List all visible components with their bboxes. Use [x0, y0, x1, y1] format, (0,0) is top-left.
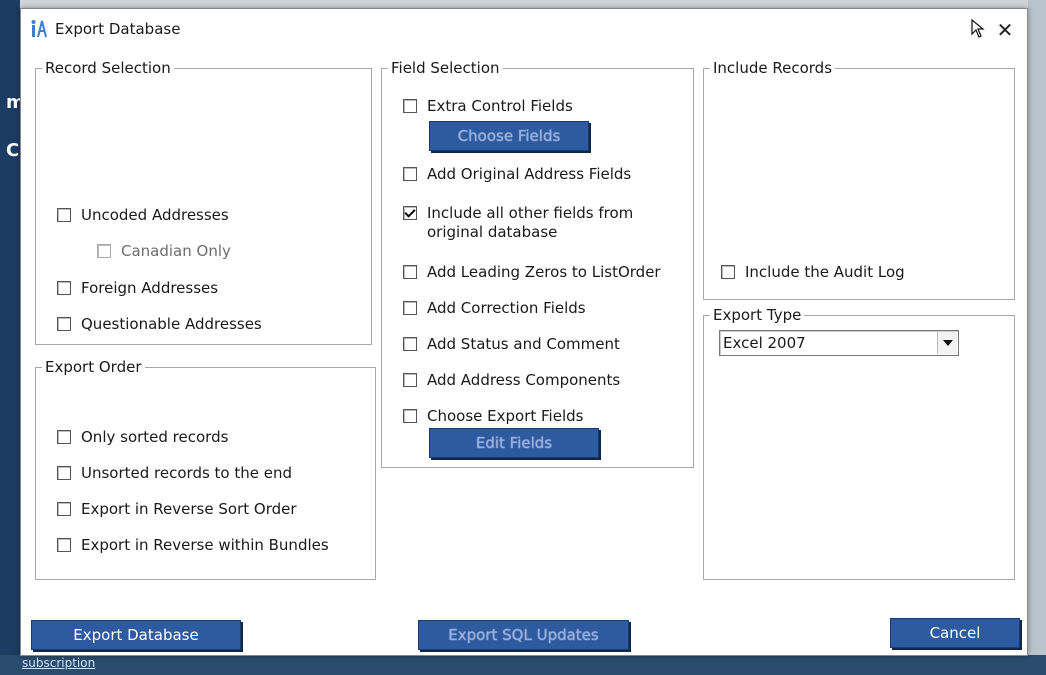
- correction-fields-checkbox[interactable]: Add Correction Fields: [403, 299, 586, 318]
- unsorted-to-end-checkbox[interactable]: Unsorted records to the end: [57, 464, 292, 483]
- background-app-strip: m C: [0, 0, 25, 675]
- status-comment-label: Add Status and Comment: [427, 335, 620, 353]
- status-comment-checkbox[interactable]: Add Status and Comment: [403, 335, 620, 354]
- correction-fields-label: Add Correction Fields: [427, 299, 586, 317]
- uncoded-addresses-label: Uncoded Addresses: [81, 206, 229, 224]
- reverse-within-bundles-checkbox[interactable]: Export in Reverse within Bundles: [57, 536, 329, 555]
- checkbox-box[interactable]: [57, 466, 71, 480]
- questionable-addresses-checkbox[interactable]: Questionable Addresses: [57, 315, 262, 334]
- extra-control-fields-checkbox[interactable]: Extra Control Fields: [403, 97, 573, 116]
- background-subscription-link: subscription: [22, 656, 96, 670]
- background-right-strip: [1028, 0, 1046, 675]
- app-icon: [31, 20, 47, 38]
- checkbox-box[interactable]: [403, 337, 417, 351]
- include-all-fields-label: Include all other fields from original d…: [427, 204, 634, 241]
- background-text-fragment: C: [6, 140, 20, 161]
- reverse-within-bundles-label: Export in Reverse within Bundles: [81, 536, 329, 554]
- checkbox-box[interactable]: [403, 409, 417, 423]
- checkbox-box[interactable]: [57, 208, 71, 222]
- close-icon[interactable]: ✕: [993, 18, 1017, 42]
- field-selection-legend: Field Selection: [391, 59, 500, 77]
- export-database-dialog: Export Database ✕ Record Selection Uncod…: [20, 8, 1028, 656]
- add-original-address-checkbox[interactable]: Add Original Address Fields: [403, 165, 631, 184]
- checkbox-box[interactable]: [57, 317, 71, 331]
- foreign-addresses-label: Foreign Addresses: [81, 279, 219, 297]
- include-audit-log-label: Include the Audit Log: [745, 263, 905, 281]
- export-type-selected-value: Excel 2007: [723, 334, 806, 352]
- checkbox-box-checked[interactable]: [403, 206, 417, 220]
- export-order-legend: Export Order: [45, 358, 142, 376]
- include-audit-log-checkbox[interactable]: Include the Audit Log: [721, 263, 905, 282]
- leading-zeros-label: Add Leading Zeros to ListOrder: [427, 263, 661, 281]
- unsorted-to-end-label: Unsorted records to the end: [81, 464, 293, 482]
- record-selection-group: Record Selection: [35, 59, 372, 345]
- foreign-addresses-checkbox[interactable]: Foreign Addresses: [57, 279, 218, 298]
- checkbox-box[interactable]: [403, 99, 417, 113]
- checkbox-box[interactable]: [403, 301, 417, 315]
- checkbox-box: [97, 244, 111, 258]
- reverse-sort-order-checkbox[interactable]: Export in Reverse Sort Order: [57, 500, 297, 519]
- only-sorted-records-label: Only sorted records: [81, 428, 229, 446]
- export-type-legend: Export Type: [713, 306, 802, 324]
- choose-export-fields-label: Choose Export Fields: [427, 407, 584, 425]
- export-database-button[interactable]: Export Database: [31, 620, 241, 650]
- checkbox-box[interactable]: [57, 281, 71, 295]
- questionable-addresses-label: Questionable Addresses: [81, 315, 262, 333]
- export-sql-updates-button[interactable]: Export SQL Updates: [418, 620, 629, 650]
- choose-fields-button[interactable]: Choose Fields: [429, 121, 589, 151]
- chevron-down-icon[interactable]: [937, 332, 957, 354]
- address-components-label: Add Address Components: [427, 371, 621, 389]
- checkbox-box[interactable]: [403, 167, 417, 181]
- background-bottom-strip: subscription: [0, 655, 1046, 675]
- checkbox-box[interactable]: [403, 265, 417, 279]
- cancel-button[interactable]: Cancel: [890, 618, 1020, 648]
- export-type-select[interactable]: Excel 2007: [719, 330, 959, 356]
- address-components-checkbox[interactable]: Add Address Components: [403, 371, 620, 390]
- checkbox-box[interactable]: [57, 502, 71, 516]
- mouse-cursor-icon: [971, 19, 985, 38]
- checkbox-box[interactable]: [721, 265, 735, 279]
- include-all-fields-checkbox[interactable]: Include all other fields from original d…: [403, 204, 657, 242]
- choose-export-fields-checkbox[interactable]: Choose Export Fields: [403, 407, 583, 426]
- leading-zeros-checkbox[interactable]: Add Leading Zeros to ListOrder: [403, 263, 661, 282]
- uncoded-addresses-checkbox[interactable]: Uncoded Addresses: [57, 206, 229, 225]
- canadian-only-label: Canadian Only: [121, 242, 231, 260]
- record-selection-legend: Record Selection: [45, 59, 171, 77]
- add-original-address-label: Add Original Address Fields: [427, 165, 632, 183]
- edit-fields-button[interactable]: Edit Fields: [429, 428, 599, 458]
- extra-control-fields-label: Extra Control Fields: [427, 97, 573, 115]
- checkbox-box[interactable]: [57, 538, 71, 552]
- reverse-sort-order-label: Export in Reverse Sort Order: [81, 500, 297, 518]
- canadian-only-checkbox: Canadian Only: [97, 242, 231, 261]
- include-records-legend: Include Records: [713, 59, 833, 77]
- title-bar[interactable]: Export Database ✕: [21, 9, 1027, 49]
- checkbox-box[interactable]: [57, 430, 71, 444]
- dialog-title: Export Database: [55, 20, 181, 38]
- only-sorted-records-checkbox[interactable]: Only sorted records: [57, 428, 228, 447]
- checkbox-box[interactable]: [403, 373, 417, 387]
